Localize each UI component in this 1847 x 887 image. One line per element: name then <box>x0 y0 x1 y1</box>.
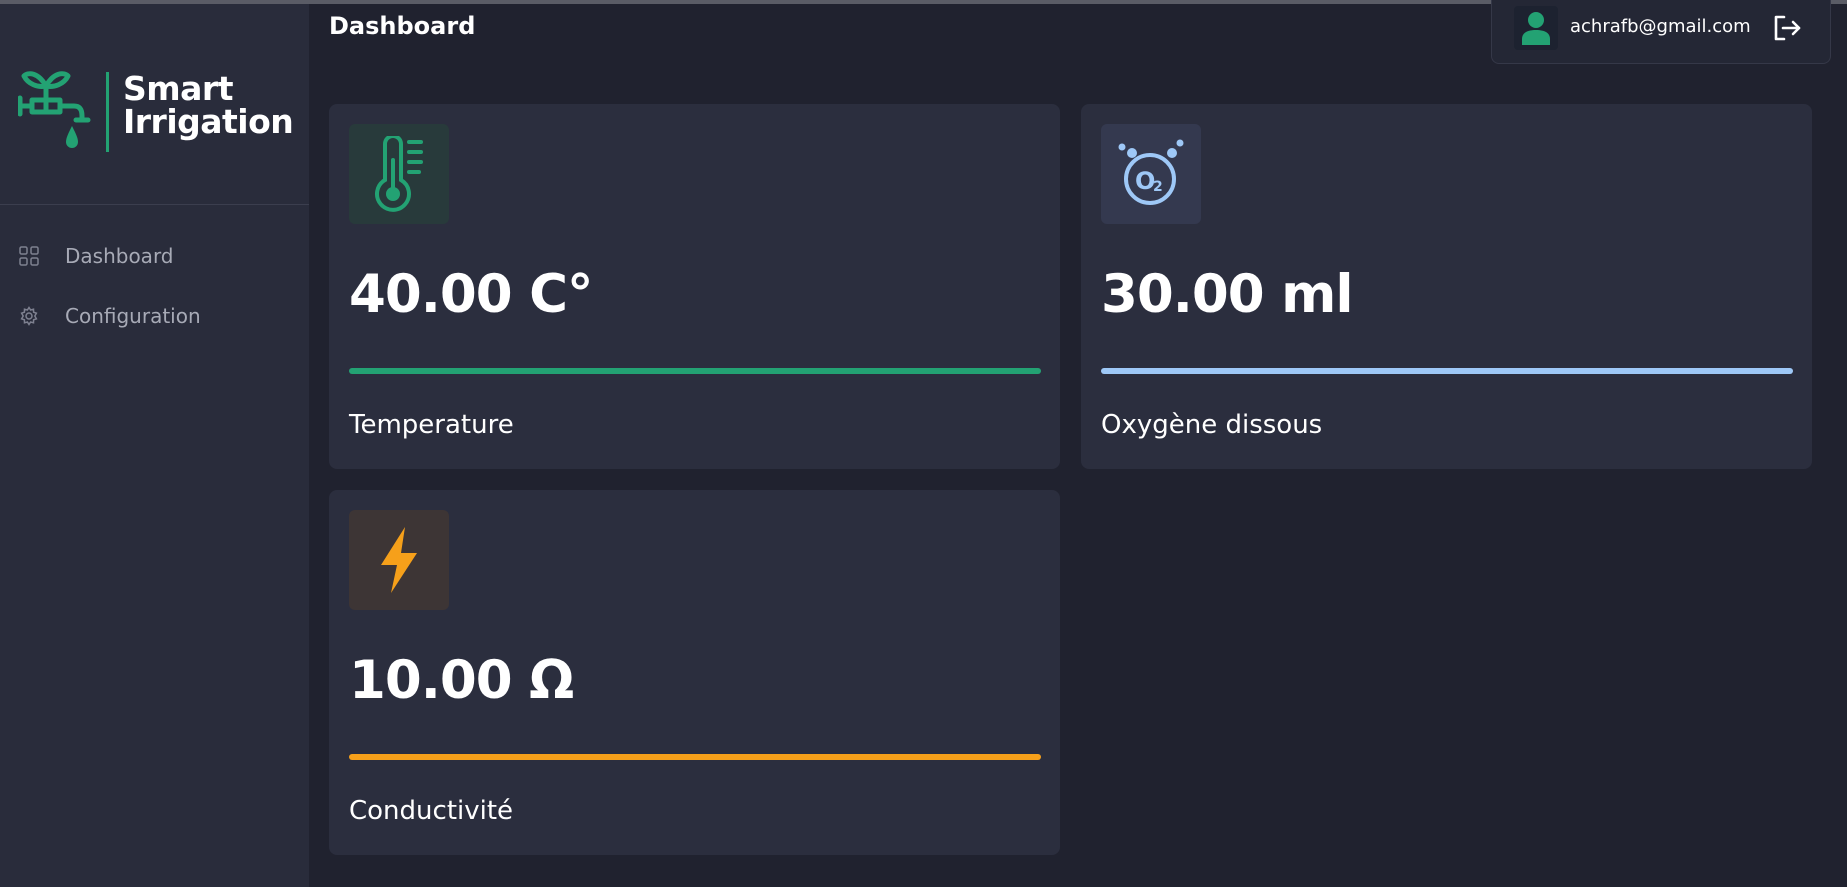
brand-logo[interactable]: Smart Irrigation <box>18 66 298 162</box>
card-icon-box <box>349 510 449 610</box>
metric-card-conductivity: 10.00 Ω Conductivité <box>329 490 1060 855</box>
sidebar-divider <box>0 204 309 205</box>
irrigation-tap-icon <box>18 71 91 148</box>
progress-fill <box>349 368 1041 374</box>
user-menu: achrafb@gmail.com <box>1491 0 1831 64</box>
card-icon-box <box>349 124 449 224</box>
brand-line-1: Smart <box>123 69 233 108</box>
gear-icon <box>19 306 39 326</box>
grid-icon <box>19 246 39 266</box>
metric-card-temperature: 40.00 C° Temperature <box>329 104 1060 469</box>
sidebar-item-label: Dashboard <box>65 244 174 268</box>
progress-bar <box>1101 368 1793 374</box>
brand-name: Smart Irrigation <box>123 69 294 141</box>
progress-bar <box>349 754 1041 760</box>
user-icon <box>1522 12 1550 45</box>
sidebar-item-label: Configuration <box>65 304 201 328</box>
sidebar-item-configuration[interactable]: Configuration <box>0 286 309 346</box>
oxygen-icon: O 2 <box>1118 139 1184 205</box>
progress-bar <box>349 368 1041 374</box>
sidebar-nav: Dashboard Configuration <box>0 226 309 346</box>
logout-icon <box>1774 15 1801 41</box>
thermometer-icon <box>375 136 423 212</box>
user-email: achrafb@gmail.com <box>1570 16 1751 37</box>
metric-card-oxygen: O 2 30.00 ml Oxygène dissous <box>1081 104 1812 469</box>
card-label: Temperature <box>349 410 514 440</box>
svg-text:2: 2 <box>1153 179 1163 195</box>
card-value: 10.00 Ω <box>349 650 574 711</box>
brand-line-2: Irrigation <box>123 102 294 141</box>
sidebar-item-dashboard[interactable]: Dashboard <box>0 226 309 286</box>
brand-divider <box>106 72 109 152</box>
progress-fill <box>1101 368 1793 374</box>
lightning-icon <box>381 527 417 593</box>
logout-button[interactable] <box>1772 13 1802 43</box>
card-icon-box: O 2 <box>1101 124 1201 224</box>
avatar[interactable] <box>1514 6 1558 50</box>
page-title: Dashboard <box>329 12 476 40</box>
progress-fill <box>349 754 1041 760</box>
sidebar: Smart Irrigation Dashboard Configuration <box>0 4 309 887</box>
card-label: Oxygène dissous <box>1101 410 1323 440</box>
card-value: 40.00 C° <box>349 264 593 325</box>
card-label: Conductivité <box>349 796 514 826</box>
card-value: 30.00 ml <box>1101 264 1353 325</box>
